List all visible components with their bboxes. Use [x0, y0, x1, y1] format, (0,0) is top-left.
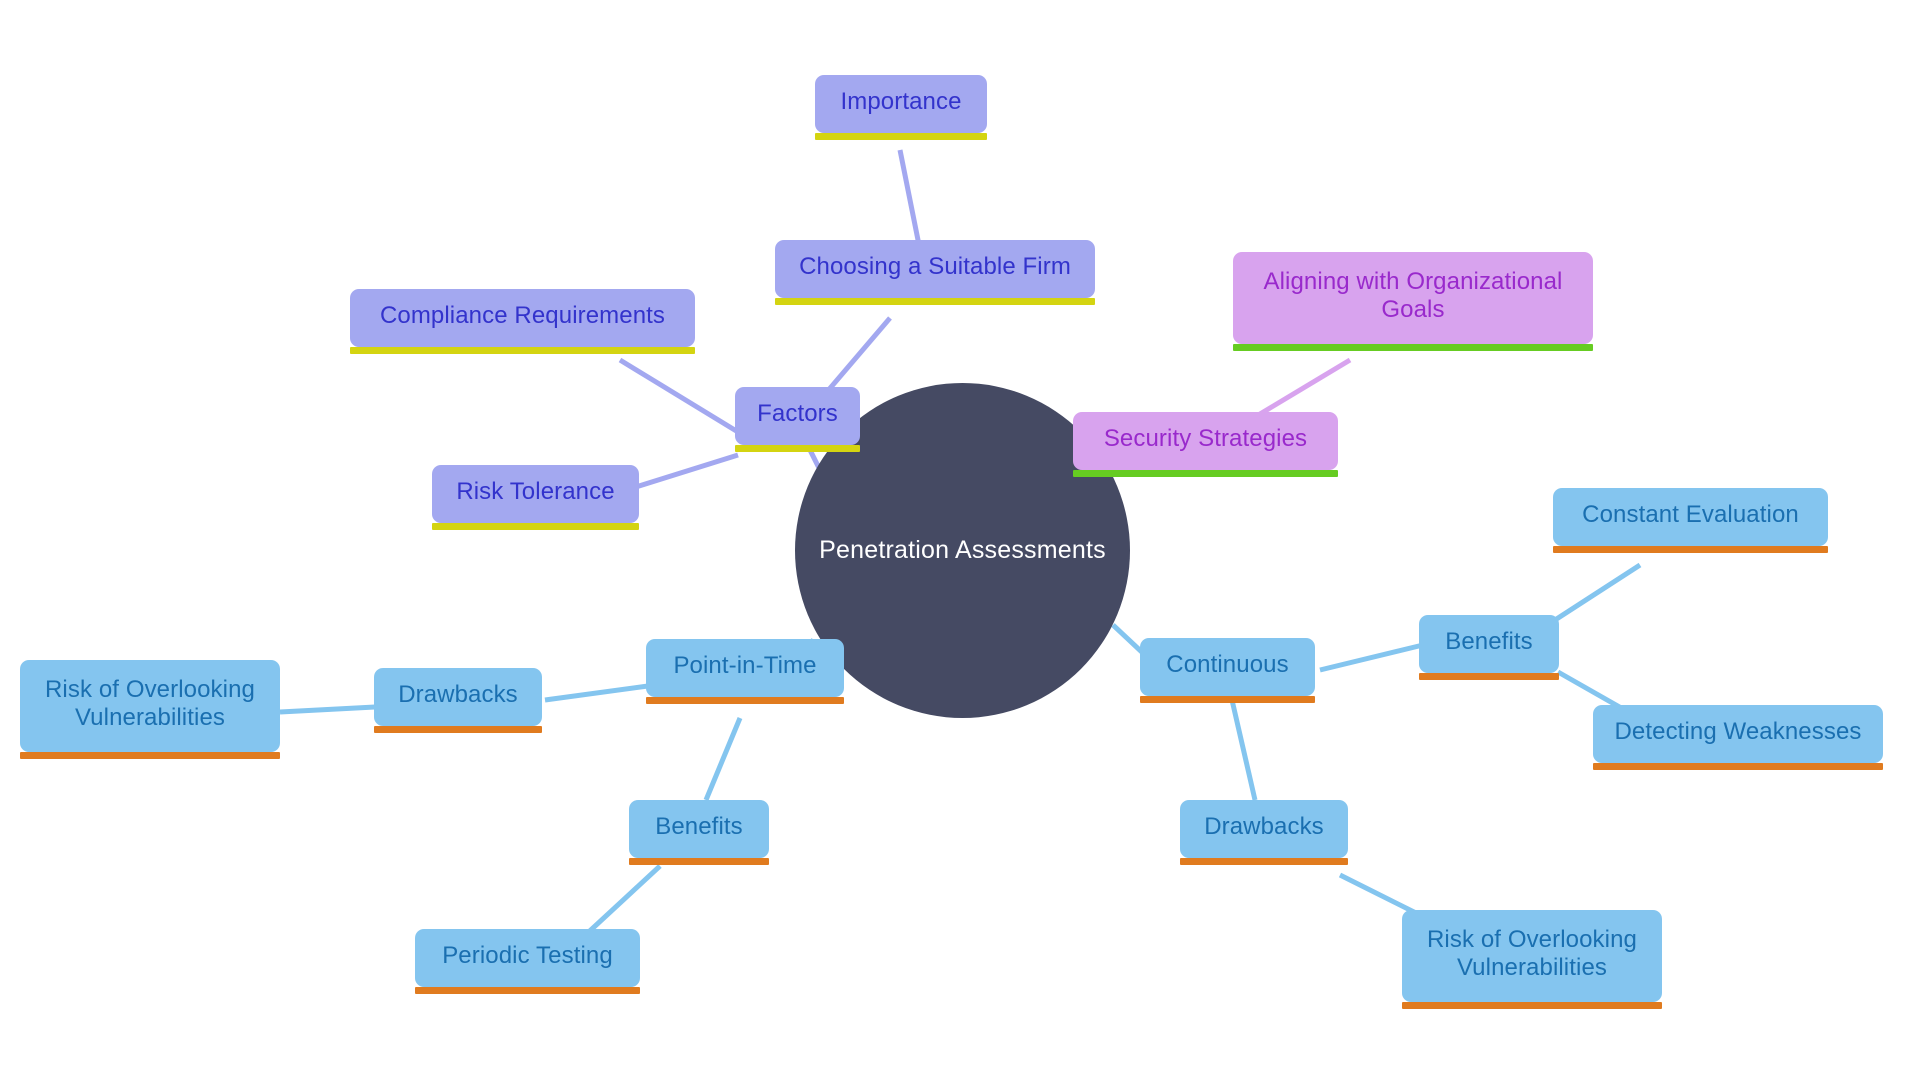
node-pit-risk-overlooking-underline: [20, 752, 280, 759]
node-cont-risk-overlooking[interactable]: Risk of Overlooking Vulnerabilities: [1402, 910, 1662, 1009]
node-importance[interactable]: Importance: [815, 75, 987, 140]
node-security-strategies-underline: [1073, 470, 1338, 477]
node-cont-drawbacks[interactable]: Drawbacks: [1180, 800, 1348, 865]
node-security-strategies[interactable]: Security Strategies: [1073, 412, 1338, 477]
node-pit-drawbacks[interactable]: Drawbacks: [374, 668, 542, 733]
node-aligning-goals[interactable]: Aligning with Organizational Goals: [1233, 252, 1593, 351]
node-detecting-weaknesses-label: Detecting Weaknesses: [1614, 717, 1862, 745]
node-factors[interactable]: Factors: [735, 387, 860, 452]
node-cont-risk-overlooking-label: Risk of Overlooking Vulnerabilities: [1427, 925, 1637, 981]
node-pit-drawbacks-label: Drawbacks: [398, 680, 518, 708]
edge-continuous-benefits: [1319, 642, 1424, 673]
node-detecting-weaknesses-underline: [1593, 763, 1883, 770]
node-constant-evaluation-underline: [1553, 546, 1828, 553]
edge-pointintime-benefits: [703, 717, 743, 801]
node-continuous-underline: [1140, 696, 1315, 703]
node-importance-underline: [815, 133, 987, 140]
edge-contbenefits-constanteval: [1553, 562, 1642, 623]
node-detecting-weaknesses[interactable]: Detecting Weaknesses: [1593, 705, 1883, 770]
node-risk-tolerance-label: Risk Tolerance: [456, 477, 615, 505]
node-cont-risk-overlooking-underline: [1402, 1002, 1662, 1009]
edge-pointintime-drawbacks: [544, 683, 649, 703]
root-node-label: Penetration Assessments: [819, 535, 1106, 564]
node-choosing-firm[interactable]: Choosing a Suitable Firm: [775, 240, 1095, 305]
node-constant-evaluation[interactable]: Constant Evaluation: [1553, 488, 1828, 553]
node-cont-drawbacks-label: Drawbacks: [1204, 812, 1324, 840]
edge-drawbacks-riskoverlooking: [279, 704, 376, 715]
node-risk-tolerance[interactable]: Risk Tolerance: [432, 465, 639, 530]
node-pit-benefits-label: Benefits: [655, 812, 743, 840]
node-periodic-testing[interactable]: Periodic Testing: [415, 929, 640, 994]
edge-continuous-drawbacks: [1229, 699, 1258, 801]
node-cont-benefits[interactable]: Benefits: [1419, 615, 1559, 680]
node-choosing-firm-label: Choosing a Suitable Firm: [799, 252, 1071, 280]
edge-contdrawbacks-risk: [1338, 872, 1422, 918]
node-importance-label: Importance: [840, 87, 962, 115]
node-factors-label: Factors: [757, 399, 838, 427]
node-compliance-requirements[interactable]: Compliance Requirements: [350, 289, 695, 354]
node-pit-drawbacks-underline: [374, 726, 542, 733]
node-choosing-firm-underline: [775, 298, 1095, 305]
edge-factors-compliance: [618, 357, 740, 435]
node-compliance-requirements-underline: [350, 347, 695, 354]
edge-choosingfirm-importance: [897, 149, 923, 251]
node-periodic-testing-label: Periodic Testing: [442, 941, 613, 969]
node-cont-drawbacks-underline: [1180, 858, 1348, 865]
node-aligning-goals-underline: [1233, 344, 1593, 351]
node-periodic-testing-underline: [415, 987, 640, 994]
node-pit-benefits[interactable]: Benefits: [629, 800, 769, 865]
node-security-strategies-label: Security Strategies: [1103, 424, 1308, 452]
node-point-in-time-underline: [646, 697, 844, 704]
node-pit-risk-overlooking-label: Risk of Overlooking Vulnerabilities: [45, 675, 255, 731]
node-constant-evaluation-label: Constant Evaluation: [1582, 500, 1799, 528]
edge-securitystrategies-goals: [1248, 357, 1352, 423]
node-cont-benefits-underline: [1419, 673, 1559, 680]
node-pit-risk-overlooking[interactable]: Risk of Overlooking Vulnerabilities: [20, 660, 280, 759]
node-aligning-goals-label: Aligning with Organizational Goals: [1263, 267, 1563, 323]
node-continuous-label: Continuous: [1166, 650, 1289, 678]
mindmap-canvas: Penetration Assessments Factors Complian…: [0, 0, 1920, 1080]
node-factors-underline: [735, 445, 860, 452]
node-risk-tolerance-underline: [432, 523, 639, 530]
node-point-in-time-label: Point-in-Time: [673, 651, 817, 679]
node-point-in-time[interactable]: Point-in-Time: [646, 639, 844, 704]
node-continuous[interactable]: Continuous: [1140, 638, 1315, 703]
node-cont-benefits-label: Benefits: [1445, 627, 1533, 655]
node-pit-benefits-underline: [629, 858, 769, 865]
node-compliance-requirements-label: Compliance Requirements: [379, 301, 666, 329]
